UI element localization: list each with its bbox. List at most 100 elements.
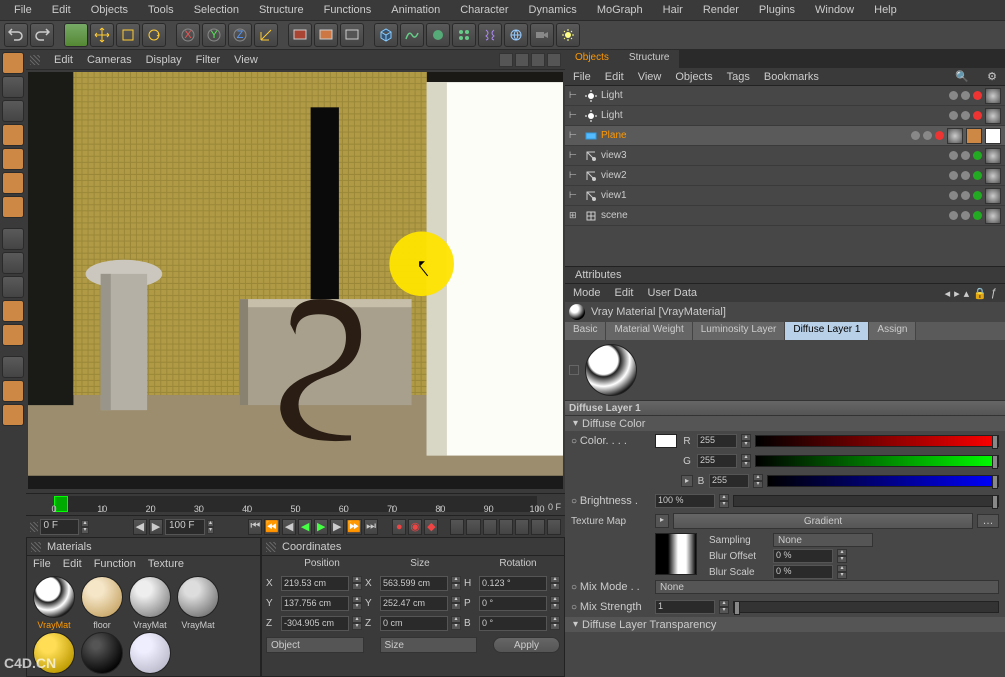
light-button[interactable] (556, 23, 580, 47)
sampling-dropdown[interactable]: None (773, 533, 873, 547)
mixmode-dropdown[interactable]: None (655, 580, 999, 594)
menu-window[interactable]: Window (805, 1, 864, 19)
visibility-render-dot[interactable] (961, 111, 970, 120)
tag-icon[interactable] (985, 108, 1001, 124)
attr-tab-luminosity-layer[interactable]: Luminosity Layer (693, 322, 786, 340)
menu-help[interactable]: Help (864, 1, 907, 19)
expand-icon[interactable]: ⊢ (569, 190, 581, 201)
size-x-field[interactable]: 563.599 cm (380, 576, 448, 591)
environment-button[interactable] (504, 23, 528, 47)
g-value-field[interactable]: 255 (697, 454, 737, 468)
mat-menu-file[interactable]: File (33, 558, 51, 570)
expand-icon[interactable]: ⊢ (569, 110, 581, 121)
x-axis-button[interactable]: X (176, 23, 200, 47)
menu-file[interactable]: File (4, 1, 42, 19)
time-start-field[interactable]: 0 F (40, 519, 80, 535)
enable-dot[interactable] (973, 111, 982, 120)
menu-plugins[interactable]: Plugins (749, 1, 805, 19)
expand-icon[interactable]: ⊢ (569, 90, 581, 101)
visibility-editor-dot[interactable] (949, 111, 958, 120)
edge-mode-button[interactable] (2, 148, 24, 170)
rotation-p-field[interactable]: 0 ° (479, 596, 547, 611)
mat-menu-texture[interactable]: Texture (148, 558, 184, 570)
model-mode-button[interactable] (2, 52, 24, 74)
viewport-maximize-button[interactable] (547, 53, 561, 67)
play-button[interactable]: ▶ (314, 519, 328, 535)
size-y-field[interactable]: 252.47 cm (380, 596, 448, 611)
size-z-field[interactable]: 0 cm (380, 616, 448, 631)
timeline-ruler[interactable]: 01020304050607080901000 F (26, 493, 565, 515)
obj-menu-objects[interactable]: Objects (675, 71, 712, 83)
opt3-button[interactable] (483, 519, 497, 535)
menu-functions[interactable]: Functions (314, 1, 382, 19)
opt7-button[interactable] (547, 519, 561, 535)
opt5-button[interactable] (515, 519, 529, 535)
texmap-clear-button[interactable]: … (977, 514, 999, 528)
live-select-button[interactable] (64, 23, 88, 47)
scale-button[interactable] (116, 23, 140, 47)
tag-icon[interactable] (985, 168, 1001, 184)
attr-tab-basic[interactable]: Basic (565, 322, 606, 340)
viewport-menu-view[interactable]: View (234, 54, 258, 66)
record-button[interactable]: ● (392, 519, 406, 535)
position-y-field[interactable]: 137.756 cm (281, 596, 349, 611)
snap-button[interactable] (2, 252, 24, 274)
mixstrength-field[interactable]: 1 (655, 600, 715, 614)
cube-primitive-button[interactable] (374, 23, 398, 47)
tool-b-button[interactable] (2, 324, 24, 346)
tag-icon[interactable] (985, 148, 1001, 164)
mixstrength-slider[interactable] (733, 601, 999, 613)
attr-nav-up-icon[interactable]: ▴ (964, 287, 970, 300)
attr-menu-mode[interactable]: Mode (573, 287, 601, 299)
opt4-button[interactable] (499, 519, 513, 535)
visibility-editor-dot[interactable] (949, 211, 958, 220)
search-icon[interactable]: 🔍 (955, 70, 969, 83)
obj-menu-bookmarks[interactable]: Bookmarks (764, 71, 819, 83)
visibility-render-dot[interactable] (923, 131, 932, 140)
brightness-slider[interactable] (733, 495, 999, 507)
next-frame-button[interactable]: ▶ (330, 519, 344, 535)
visibility-render-dot[interactable] (961, 211, 970, 220)
opt2-button[interactable] (466, 519, 480, 535)
opt6-button[interactable] (531, 519, 545, 535)
color-mode-toggle[interactable]: ▸ (681, 475, 693, 487)
filter-icon[interactable]: ⚙ (987, 70, 997, 83)
expand-icon[interactable]: ⊢ (569, 130, 581, 141)
texture-mode-button[interactable] (2, 196, 24, 218)
axis-mode-button[interactable] (2, 100, 24, 122)
menu-animation[interactable]: Animation (381, 1, 450, 19)
object-row[interactable]: ⊢ view2 (565, 166, 1005, 186)
apply-button[interactable]: Apply (493, 637, 560, 653)
menu-objects[interactable]: Objects (81, 1, 138, 19)
rotate-button[interactable] (142, 23, 166, 47)
y-axis-button[interactable]: Y (202, 23, 226, 47)
menu-structure[interactable]: Structure (249, 1, 314, 19)
tweak-button[interactable] (2, 228, 24, 250)
obj-menu-view[interactable]: View (638, 71, 662, 83)
workplane-button[interactable] (2, 276, 24, 298)
time-end-field[interactable]: 100 F (165, 519, 205, 535)
render-settings-button[interactable] (340, 23, 364, 47)
position-x-field[interactable]: 219.53 cm (281, 576, 349, 591)
enable-dot[interactable] (935, 131, 944, 140)
visibility-render-dot[interactable] (961, 171, 970, 180)
object-row[interactable]: ⊢ view3 (565, 146, 1005, 166)
viewport-pan-button[interactable] (499, 53, 513, 67)
visibility-editor-dot[interactable] (911, 131, 920, 140)
z-axis-button[interactable]: Z (228, 23, 252, 47)
gradient-button[interactable]: Gradient (673, 513, 973, 529)
deformer-button[interactable] (478, 23, 502, 47)
preview-toggle-icon[interactable] (569, 365, 579, 375)
tool-d-button[interactable] (2, 380, 24, 402)
menu-render[interactable]: Render (693, 1, 749, 19)
material-item[interactable]: VrayMat (31, 576, 77, 630)
object-row[interactable]: ⊢ Plane (565, 126, 1005, 146)
visibility-editor-dot[interactable] (949, 191, 958, 200)
tool-c-button[interactable] (2, 356, 24, 378)
tool-e-button[interactable] (2, 404, 24, 426)
autokey-button[interactable]: ◉ (408, 519, 422, 535)
expand-icon[interactable]: ⊞ (569, 210, 581, 221)
menu-dynamics[interactable]: Dynamics (519, 1, 587, 19)
menu-mograph[interactable]: MoGraph (587, 1, 653, 19)
texture-preview[interactable] (655, 533, 697, 575)
